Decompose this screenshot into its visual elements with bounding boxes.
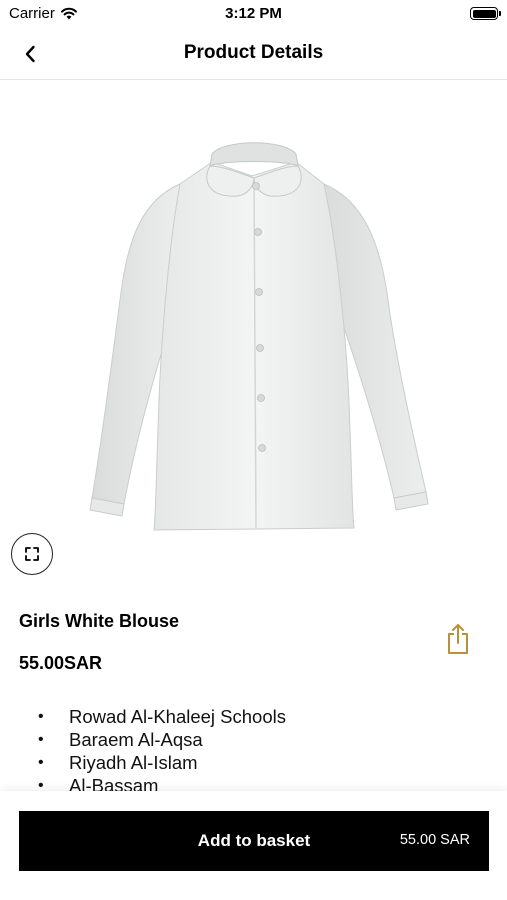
schools-list: Rowad Al-Khaleej Schools Baraem Al-Aqsa … bbox=[0, 705, 507, 791]
share-icon bbox=[448, 624, 468, 654]
school-item: Baraem Al-Aqsa bbox=[0, 728, 507, 751]
expand-icon bbox=[25, 547, 39, 561]
basket-price: 55.00 SAR bbox=[399, 832, 470, 848]
product-name: Girls White Blouse bbox=[19, 611, 180, 631]
status-time: 3:12 PM bbox=[225, 5, 282, 22]
nav-bar: Product Details bbox=[0, 28, 507, 80]
status-bar: Carrier 3:12 PM bbox=[0, 0, 507, 28]
school-item: Riyadh Al-Islam bbox=[0, 751, 507, 774]
product-details-screen: Carrier 3:12 PM Product Details Girls Wh… bbox=[0, 0, 507, 900]
add-to-basket-button[interactable]: Add to basket 55.00 SAR bbox=[19, 811, 489, 871]
expand-image-button[interactable] bbox=[11, 533, 53, 575]
product-price: 55.00SAR bbox=[19, 653, 103, 673]
bottom-action-bar: Add to basket 55.00 SAR bbox=[0, 791, 507, 900]
product-image bbox=[89, 142, 429, 531]
share-button[interactable] bbox=[443, 622, 473, 656]
school-item: Rowad Al-Khaleej Schools bbox=[0, 705, 507, 728]
battery-icon bbox=[470, 7, 501, 20]
school-item: Al-Bassam bbox=[0, 774, 507, 791]
page-title: Product Details bbox=[183, 42, 324, 63]
